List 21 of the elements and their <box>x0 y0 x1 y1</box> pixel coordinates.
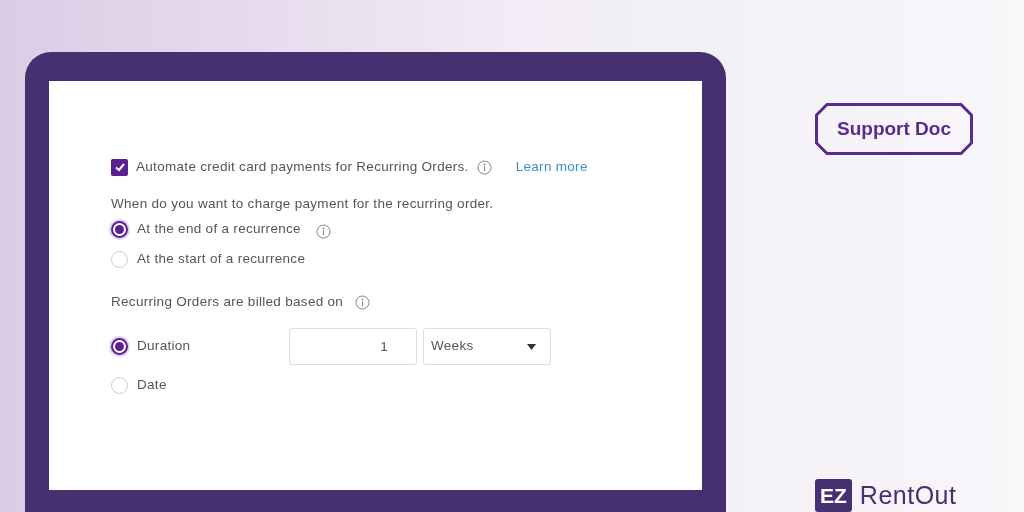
info-icon[interactable] <box>355 294 371 310</box>
caret-icon <box>527 343 536 350</box>
checkbox-label: Automate credit card payments for Recurring Orders. <box>136 157 469 176</box>
radio-label: Duration <box>137 337 191 356</box>
unit-dropdown[interactable]: Weeks <box>423 328 551 365</box>
radio-button[interactable] <box>111 220 128 238</box>
support-doc-badge: Support Doc <box>815 103 973 155</box>
logo-name: RentOut <box>859 480 957 511</box>
radio-button[interactable] <box>111 338 128 355</box>
radio-label: Date <box>137 375 167 394</box>
radio-label: At the start of a recurrence <box>137 249 306 268</box>
logo-mark: EZ <box>815 479 852 512</box>
check-icon <box>113 161 126 173</box>
number-field[interactable]: 1 <box>289 328 417 365</box>
info-icon[interactable] <box>315 223 331 239</box>
checkbox[interactable] <box>111 158 128 176</box>
billing-label: Recurring Orders are billed based on <box>111 292 344 311</box>
info-icon[interactable] <box>476 159 492 175</box>
learn-more-link[interactable]: Learn more <box>515 156 588 178</box>
radio-label: At the end of a recurrence <box>137 219 301 238</box>
question-label: When do you want to charge payment for the recurring order. <box>111 194 494 213</box>
